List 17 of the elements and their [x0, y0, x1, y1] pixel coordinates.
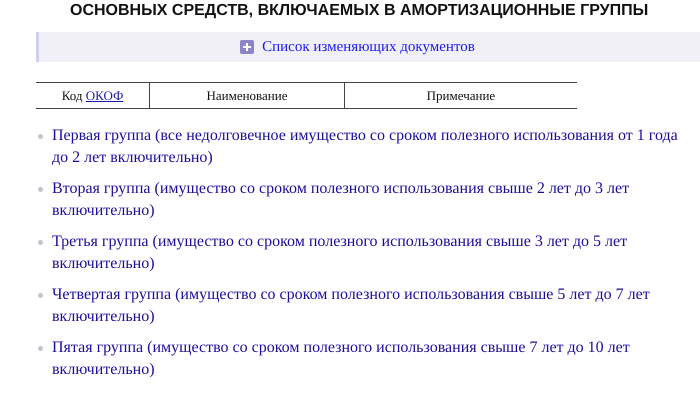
group-item[interactable]: Четвертая группа (имущество со сроком полезного использования свыше 5 лет до 7 лет включительно): [52, 284, 688, 328]
bullet-icon: [38, 187, 43, 192]
group-item[interactable]: Третья группа (имущество со сроком полезного использования свыше 3 лет до 5 лет включительно): [52, 231, 688, 275]
plus-icon[interactable]: [240, 40, 254, 54]
column-header: Наименование: [150, 82, 344, 108]
column-header: Примечание: [344, 82, 577, 108]
bullet-icon: [38, 346, 43, 351]
group-item[interactable]: Первая группа (все недолговечное имущество со сроком полезного использования от 1 года до 2 лет включительно): [52, 125, 688, 169]
group-item[interactable]: Вторая группа (имущество со сроком полезного использования свыше 2 лет до 3 лет включительно): [52, 178, 688, 222]
bullet-icon: [38, 240, 43, 245]
okof-link[interactable]: ОКОФ: [86, 88, 124, 102]
column-label: Код: [62, 88, 84, 102]
page-heading: ОСНОВНЫХ СРЕДСТВ, ВКЛЮЧАЕМЫХ В АМОРТИЗАЦИОННЫЕ ГРУППЫ: [69, 1, 650, 20]
bullet-icon: [38, 134, 43, 139]
bullet-icon: [38, 293, 43, 298]
group-item[interactable]: Пятая группа (имущество со сроком полезного использования свыше 7 лет до 10 лет включительно): [52, 337, 688, 381]
amendments-link[interactable]: Список изменяющих документов: [262, 38, 475, 56]
